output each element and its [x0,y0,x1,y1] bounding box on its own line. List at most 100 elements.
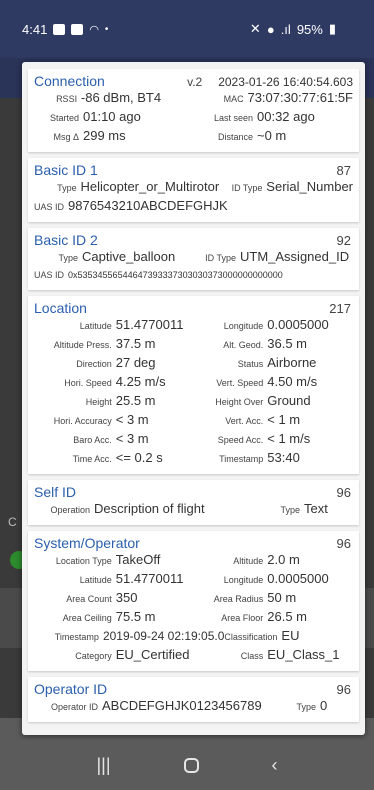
more-notifications-icon: • [104,23,109,35]
location-value: 36.5 m [267,336,308,351]
location-label: Status [237,359,264,369]
started-label: Started [49,113,79,123]
recent-apps-icon[interactable]: ||| [96,755,110,776]
basic-id-2-count: 92 [336,233,351,248]
system-nav-bar: ||| ‹ [0,740,374,790]
location-label: Timestamp [219,454,264,464]
system-label: Area Radius [213,594,264,604]
basic-id-1-title: Basic ID 1 [34,162,98,178]
self-id-type-label: Type [280,505,300,515]
system-value: 2019-09-24 02:19:05.0 [102,629,225,643]
battery-icon: ▮ [328,21,336,36]
system-label: Area Count [66,594,112,604]
self-id-title: Self ID [34,484,77,500]
location-value: < 3 m [115,431,149,446]
location-value: 27 deg [115,355,156,370]
location-value: <= 0.2 s [115,450,163,465]
operator-type-value: 0 [320,698,328,713]
location-value: < 1 m/s [267,431,311,446]
rssi-value: -86 dBm, BT4 [80,90,162,105]
system-label: Location Type [55,556,112,566]
basic-id-2-type-value: Captive_balloon [82,249,176,264]
basic-id-2-card: Basic ID 2 92 Type Captive_balloon ID Ty… [28,228,359,290]
basic-id-1-card: Basic ID 1 87 Type Helicopter_or_Multiro… [28,158,359,222]
location-value: Ground [267,393,311,408]
location-value: 25.5 m [115,393,156,408]
msg-delta-label: Msg Δ [53,132,79,142]
location-value: < 1 m [267,412,301,427]
system-value: EU_Certified [115,647,190,662]
mac-value: 73:07:30:77:61:5F [247,90,353,105]
basic-id-1-id-type-value: Serial_Number [266,179,353,194]
home-icon[interactable] [183,757,199,773]
back-icon[interactable]: ‹ [271,755,277,776]
system-value: 75.5 m [115,609,156,624]
operator-id-title: Operator ID [34,681,108,697]
basic-id-2-uas-id-value: 0x53534556544647393337303030373000000000… [68,270,283,280]
basic-id-1-type-label: Type [57,183,77,193]
location-label: Altitude Press. [53,340,112,350]
location-label: Vert. Acc. [225,416,264,426]
signal-icon: .ıl [280,21,291,37]
last-seen-value: 00:32 ago [257,109,315,124]
basic-id-2-title: Basic ID 2 [34,232,98,248]
self-id-operation-label: Operation [50,505,90,515]
operator-id-count: 96 [336,682,351,697]
system-operator-card: System/Operator 96 Location Type TakeOff A… [28,531,359,671]
distance-value: ~0 m [257,128,287,143]
operator-type-label: Type [296,702,316,712]
location-label: Height Over [215,397,264,407]
system-value: EU [281,628,300,643]
location-value: < 3 m [115,412,149,427]
location-label: Hori. Accuracy [53,416,112,426]
system-label: Altitude [233,556,264,566]
location-value: 53:40 [267,450,300,465]
location-icon: ● [266,21,275,37]
msg-delta-value: 299 ms [83,128,126,143]
drone-details-dialog[interactable]: Connection v.2 2023-01-26 16:40:54.603 R… [22,62,365,735]
location-value: 4.50 m/s [267,374,318,389]
mail-notification-icon [71,23,84,35]
self-id-count: 96 [336,485,351,500]
last-seen-label: Last seen [213,113,253,123]
location-value: 51.4770011 [115,317,184,332]
background-letter: C [8,515,17,529]
basic-id-1-type-value: Helicopter_or_Multirotor [80,179,220,194]
location-count: 217 [329,301,351,316]
location-value: 4.25 m/s [115,374,166,389]
location-label: Baro Acc. [73,435,112,445]
system-operator-count: 96 [336,536,351,551]
basic-id-1-uas-id-value: 9876543210ABCDEFGHJK [68,198,228,213]
location-label: Latitude [79,321,112,331]
mac-label: MAC [223,94,244,104]
system-value: 26.5 m [267,609,308,624]
basic-id-2-id-type-value: UTM_Assigned_ID [240,249,350,264]
location-label: Hori. Speed [64,378,112,388]
system-operator-title: System/Operator [34,535,140,551]
location-label: Speed Acc. [217,435,264,445]
system-label: Timestamp [54,632,99,642]
connection-datetime: 2023-01-26 16:40:54.603 [218,75,353,89]
system-label: Area Floor [221,613,264,623]
system-label: Classification [224,632,278,642]
basic-id-2-type-label: Type [58,253,78,263]
system-label: Area Ceiling [62,613,112,623]
location-label: Vert. Speed [216,378,264,388]
operator-id-card: Operator ID 96 Operator ID ABCDEFGHJK012… [28,677,359,722]
system-label: Longitude [223,575,264,585]
mute-icon: ✕ [249,21,261,36]
self-id-operation-value: Description of flight [94,501,205,516]
system-label: Class [240,651,264,661]
wifi-icon: ◠ [89,23,99,36]
status-time: 4:41 [22,21,48,37]
location-label: Longitude [223,321,264,331]
system-label: Latitude [79,575,112,585]
connection-title: Connection [34,73,105,89]
system-value: 350 [115,590,138,605]
operator-id-label: Operator ID [50,702,98,712]
basic-id-2-id-type-label: ID Type [205,253,236,263]
system-value: 50 m [267,590,297,605]
location-label: Height [85,397,112,407]
location-value: 0.0005000 [267,317,329,332]
system-label: Category [75,651,112,661]
